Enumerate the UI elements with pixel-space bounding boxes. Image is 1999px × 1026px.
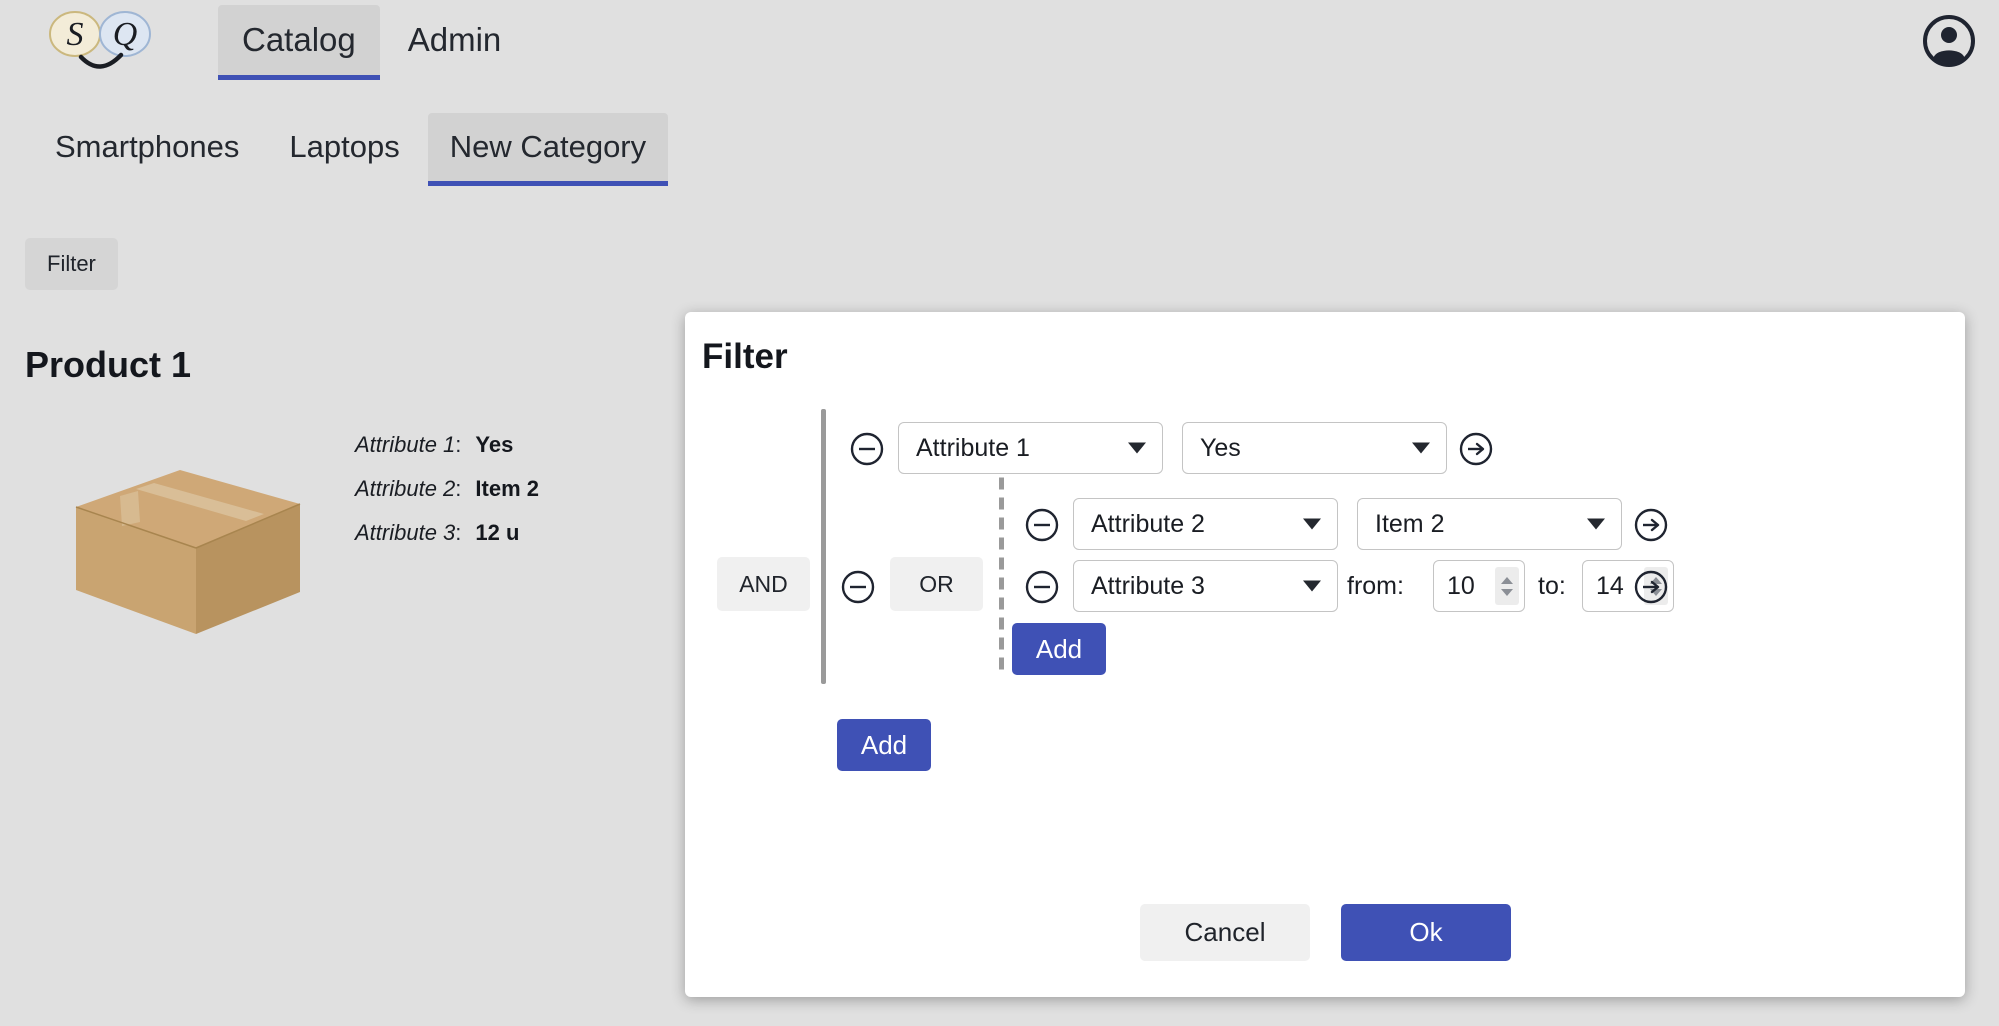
- dialog-title: Filter: [702, 337, 788, 376]
- attribute-value: Item 2: [475, 476, 539, 501]
- product-attribute-row: Attribute 3 : 12 u: [355, 520, 539, 546]
- condition-1-attribute-value: Attribute 1: [916, 434, 1030, 462]
- tab-admin[interactable]: Admin: [384, 5, 526, 80]
- condition-1-value-select[interactable]: Yes: [1182, 422, 1447, 474]
- condition-3-goto-arrow-right-circle-icon[interactable]: [1634, 570, 1668, 604]
- condition-2-value: Item 2: [1375, 510, 1445, 538]
- ok-button[interactable]: Ok: [1341, 904, 1511, 961]
- condition-2-attribute-select[interactable]: Attribute 2: [1073, 498, 1338, 550]
- condition-2-attribute-value: Attribute 2: [1091, 510, 1205, 538]
- attribute-separator: :: [455, 432, 462, 457]
- inner-group-bar: [999, 460, 1004, 675]
- chevron-down-icon: [1303, 518, 1321, 530]
- condition-3-attribute-select[interactable]: Attribute 3: [1073, 560, 1338, 612]
- add-inner-condition-button[interactable]: Add: [1012, 623, 1106, 675]
- chevron-down-icon: [1587, 518, 1605, 530]
- logo-smile-stroke: [78, 52, 124, 69]
- product-attribute-row: Attribute 2 : Item 2: [355, 476, 539, 502]
- product-attribute-list: Attribute 1 : Yes Attribute 2 : Item 2 A…: [355, 432, 539, 564]
- condition-3-attribute-value: Attribute 3: [1091, 572, 1205, 600]
- outer-group-bar: [821, 409, 826, 684]
- main-navigation: Catalog Admin: [218, 5, 525, 95]
- attribute-separator: :: [455, 520, 462, 545]
- filter-dialog: Filter AND OR Attribute 1 Yes Attribute …: [685, 312, 1965, 997]
- remove-condition-3-minus-circle-icon[interactable]: [1025, 570, 1059, 604]
- cancel-button[interactable]: Cancel: [1140, 904, 1310, 961]
- condition-3-to-label: to:: [1538, 572, 1566, 600]
- category-tab-smartphones[interactable]: Smartphones: [33, 113, 261, 186]
- operator-and-button[interactable]: AND: [717, 557, 810, 611]
- filter-button[interactable]: Filter: [25, 238, 118, 290]
- attribute-label: Attribute 3: [355, 520, 456, 545]
- chevron-down-icon: [1128, 442, 1146, 454]
- condition-1-goto-arrow-right-circle-icon[interactable]: [1459, 432, 1493, 466]
- remove-inner-group-minus-circle-icon[interactable]: [841, 570, 875, 604]
- stepper-down-icon[interactable]: [1501, 588, 1513, 596]
- condition-3-from-value: 10: [1447, 572, 1475, 600]
- chevron-down-icon: [1303, 580, 1321, 592]
- logo-letter-q: Q: [113, 16, 138, 53]
- condition-2-value-select[interactable]: Item 2: [1357, 498, 1622, 550]
- attribute-separator: :: [455, 476, 462, 501]
- operator-or-button[interactable]: OR: [890, 557, 983, 611]
- logo-letter-s: S: [67, 16, 84, 53]
- category-tab-new-category[interactable]: New Category: [427, 113, 669, 186]
- app-logo: S Q: [33, 9, 168, 79]
- attribute-label: Attribute 2: [355, 476, 456, 501]
- product-title: Product 1: [25, 344, 192, 385]
- attribute-label: Attribute 1: [355, 432, 456, 457]
- category-tab-bar: Smartphones Laptops New Category: [33, 113, 669, 186]
- attribute-value: Yes: [475, 432, 514, 457]
- condition-3-to-value: 14: [1596, 572, 1624, 600]
- add-outer-condition-button[interactable]: Add: [837, 719, 931, 771]
- condition-1-value: Yes: [1200, 434, 1241, 462]
- condition-3-from-stepper[interactable]: [1495, 567, 1519, 605]
- tab-catalog[interactable]: Catalog: [218, 5, 380, 80]
- condition-1-attribute-select[interactable]: Attribute 1: [898, 422, 1163, 474]
- chevron-down-icon: [1412, 442, 1430, 454]
- attribute-value: 12 u: [475, 520, 520, 545]
- remove-condition-1-minus-circle-icon[interactable]: [850, 432, 884, 466]
- stepper-up-icon[interactable]: [1501, 576, 1513, 584]
- product-attribute-row: Attribute 1 : Yes: [355, 432, 539, 458]
- condition-3-from-label: from:: [1347, 572, 1404, 600]
- remove-condition-2-minus-circle-icon[interactable]: [1025, 508, 1059, 542]
- product-image-cardboard-box: [68, 462, 308, 642]
- category-tab-laptops[interactable]: Laptops: [267, 113, 421, 186]
- account-circle-icon[interactable]: [1922, 14, 1976, 68]
- top-bar: S Q Catalog Admin: [0, 0, 1999, 100]
- condition-3-from-input[interactable]: 10: [1433, 560, 1525, 612]
- condition-2-goto-arrow-right-circle-icon[interactable]: [1634, 508, 1668, 542]
